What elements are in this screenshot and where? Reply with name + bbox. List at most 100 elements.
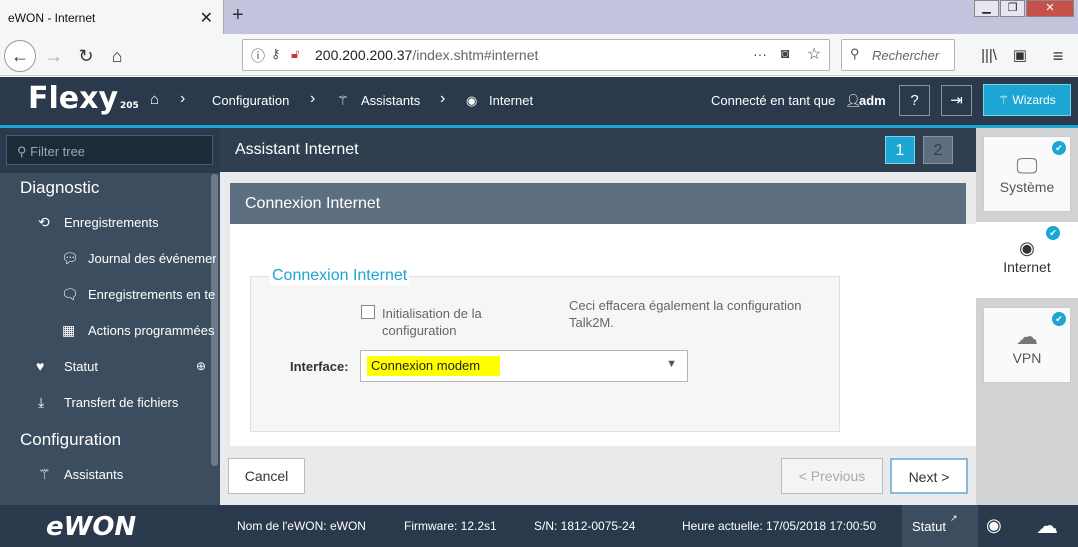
globe-icon: ◉	[1019, 238, 1035, 258]
main-title-bar: Assistant Internet 1 2	[220, 128, 976, 172]
sidebar-item-journal[interactable]: Journal des événements	[88, 251, 216, 266]
globe-icon: ◉	[466, 93, 478, 108]
chevron-down-icon: ▼	[666, 358, 677, 370]
wizard-step-systeme[interactable]: ✔ 🖵︎ Système	[983, 136, 1071, 212]
breadcrumb-separator: ›	[180, 90, 186, 107]
forward-icon[interactable]: →	[40, 42, 68, 70]
search-input[interactable]: ⚲ Rechercher	[841, 39, 955, 71]
history-icon: ⟲	[38, 214, 50, 230]
talk2m-note: Ceci effacera également la configuration…	[569, 298, 802, 330]
help-button[interactable]: ?	[899, 85, 930, 116]
heartbeat-icon: ♥	[36, 358, 45, 374]
browser-tab[interactable]: eWON - Internet ✕	[0, 0, 224, 35]
step-1: 1	[885, 136, 915, 164]
search-icon: ⚲	[17, 144, 31, 159]
status-bar: Nom de l'eWON: eWON Firmware: 12.2s1 S/N…	[220, 505, 1078, 547]
breadcrumb-internet[interactable]: Internet	[489, 93, 533, 108]
maximize-button[interactable]: ❐	[1000, 0, 1025, 17]
sidebar-item-realtime[interactable]: Enregistrements en temps réel	[88, 287, 216, 302]
cancel-button[interactable]: Cancel	[228, 458, 305, 494]
sidebar-item-transfert[interactable]: Transfert de fichiers	[64, 395, 178, 410]
tab-close-icon[interactable]: ✕	[200, 8, 213, 28]
previous-button[interactable]: < Previous	[781, 458, 883, 494]
breadcrumb-separator: ›	[440, 90, 446, 107]
sidebar-item-actions[interactable]: Actions programmées	[88, 323, 218, 338]
init-config-label[interactable]: Initialisation de la configuration	[382, 305, 522, 339]
user-prefix: Connecté en tant que	[711, 93, 836, 108]
interface-value: Connexion modem	[367, 356, 500, 376]
serial-number: S/N: 1812-0075-24	[534, 519, 636, 533]
menu-icon[interactable]: ≡	[1044, 42, 1072, 70]
globe-icon[interactable]: ◉	[986, 515, 1002, 536]
panel-header: Connexion Internet	[230, 183, 966, 224]
interface-select[interactable]: Connexion modem ▼	[360, 350, 688, 382]
current-time: Heure actuelle: 17/05/2018 17:00:50	[682, 519, 877, 533]
user-name: adm	[859, 93, 886, 108]
new-tab-button[interactable]: +	[232, 4, 244, 27]
back-icon[interactable]: ←	[4, 40, 36, 72]
wizard-step-vpn[interactable]: ✔ ☁ VPN	[983, 307, 1071, 383]
browser-tab-bar: eWON - Internet ✕ + ▁ ❐ ✕	[0, 0, 1078, 35]
sidebar: ⚲ Filter tree Diagnostic ⟲ Enregistremen…	[0, 128, 220, 547]
ewon-name: Nom de l'eWON: eWON	[237, 519, 366, 533]
check-icon: ✔	[1052, 312, 1066, 326]
check-icon: ✔	[1046, 226, 1060, 240]
info-icon[interactable]: ⓘ	[251, 46, 265, 66]
logo-model: 205	[120, 101, 139, 111]
fieldset-legend: Connexion Internet	[270, 267, 410, 285]
insecure-lock-icon: 🔓︎	[291, 46, 300, 61]
firmware: Firmware: 12.2s1	[404, 519, 497, 533]
magic-wand-icon: ⚚	[38, 466, 51, 482]
filter-placeholder: Filter tree	[30, 144, 86, 159]
sidebar-item-statut[interactable]: Statut	[64, 359, 98, 374]
filter-tree-input[interactable]: ⚲ Filter tree	[6, 135, 213, 165]
wizards-button[interactable]: ⚚ Wizards	[983, 84, 1071, 116]
key-icon: ⚷	[271, 46, 281, 61]
sidebar-section-configuration[interactable]: Configuration	[20, 430, 121, 450]
logo-text: Flexy	[28, 81, 119, 116]
app-header: Flexy 205 ⌂ › Configuration › ⚚ Assistant…	[0, 77, 1078, 125]
cloud-icon: ☁	[1016, 324, 1038, 349]
comments-icon: 🗨︎	[61, 286, 79, 302]
url-bar[interactable]: ⓘ ⚷ 🔓︎ 200.200.200.37/index.shtm#interne…	[242, 39, 830, 71]
magic-wand-icon: ⚚	[998, 93, 1013, 107]
minimize-button[interactable]: ▁	[974, 0, 999, 17]
tab-title: eWON - Internet	[8, 10, 96, 25]
help-icon: ?	[910, 92, 919, 109]
search-placeholder: Rechercher	[872, 48, 940, 63]
init-config-checkbox[interactable]	[361, 305, 375, 319]
home-crumb-icon[interactable]: ⌂	[150, 91, 159, 108]
breadcrumb-configuration[interactable]: Configuration	[212, 93, 289, 108]
cloud-icon[interactable]: ☁	[1036, 513, 1058, 539]
sidebar-section-diagnostic[interactable]: Diagnostic	[20, 178, 99, 198]
reload-icon[interactable]: ↻	[72, 42, 100, 70]
logout-button[interactable]: ⇥	[941, 85, 972, 116]
monitor-icon: 🖵︎	[1016, 153, 1038, 178]
wizard-step-label: Système	[999, 179, 1055, 195]
browser-nav-bar: ← → ↻ ⌂ ⓘ ⚷ 🔓︎ 200.200.200.37/index.shtm…	[0, 34, 1078, 76]
flexy-logo: Flexy 205	[28, 81, 139, 116]
library-icon[interactable]: |||\	[975, 42, 1003, 70]
step-2: 2	[923, 136, 953, 164]
logout-icon: ⇥	[950, 92, 963, 109]
home-icon[interactable]: ⌂	[103, 42, 131, 70]
next-button[interactable]: Next >	[890, 458, 968, 494]
download-icon: ⤓	[38, 394, 45, 410]
breadcrumb-assistants[interactable]: Assistants	[361, 93, 420, 108]
statut-button[interactable]: Statut ↗	[902, 505, 978, 547]
sidebar-toggle-icon[interactable]: ▣	[1006, 42, 1034, 70]
expand-plus-icon[interactable]: ⊕	[196, 359, 206, 373]
calendar-icon: ▦	[62, 322, 76, 338]
pocket-icon[interactable]: ◙	[781, 45, 789, 61]
wizard-step-internet[interactable]: ✔ ◉ Internet	[976, 222, 1078, 298]
interface-label: Interface:	[290, 359, 349, 374]
check-icon: ✔	[1052, 141, 1066, 155]
sidebar-item-assistants[interactable]: Assistants	[64, 467, 123, 482]
close-window-button[interactable]: ✕	[1026, 0, 1074, 17]
sidebar-item-enregistrements[interactable]: Enregistrements	[64, 215, 159, 230]
comment-icon: 💬︎	[61, 250, 79, 266]
bookmark-star-icon[interactable]: ☆	[807, 44, 821, 64]
sidebar-scrollbar[interactable]	[211, 174, 218, 466]
wizards-label: Wizards	[1012, 93, 1056, 107]
more-icon[interactable]: ···	[753, 46, 767, 62]
